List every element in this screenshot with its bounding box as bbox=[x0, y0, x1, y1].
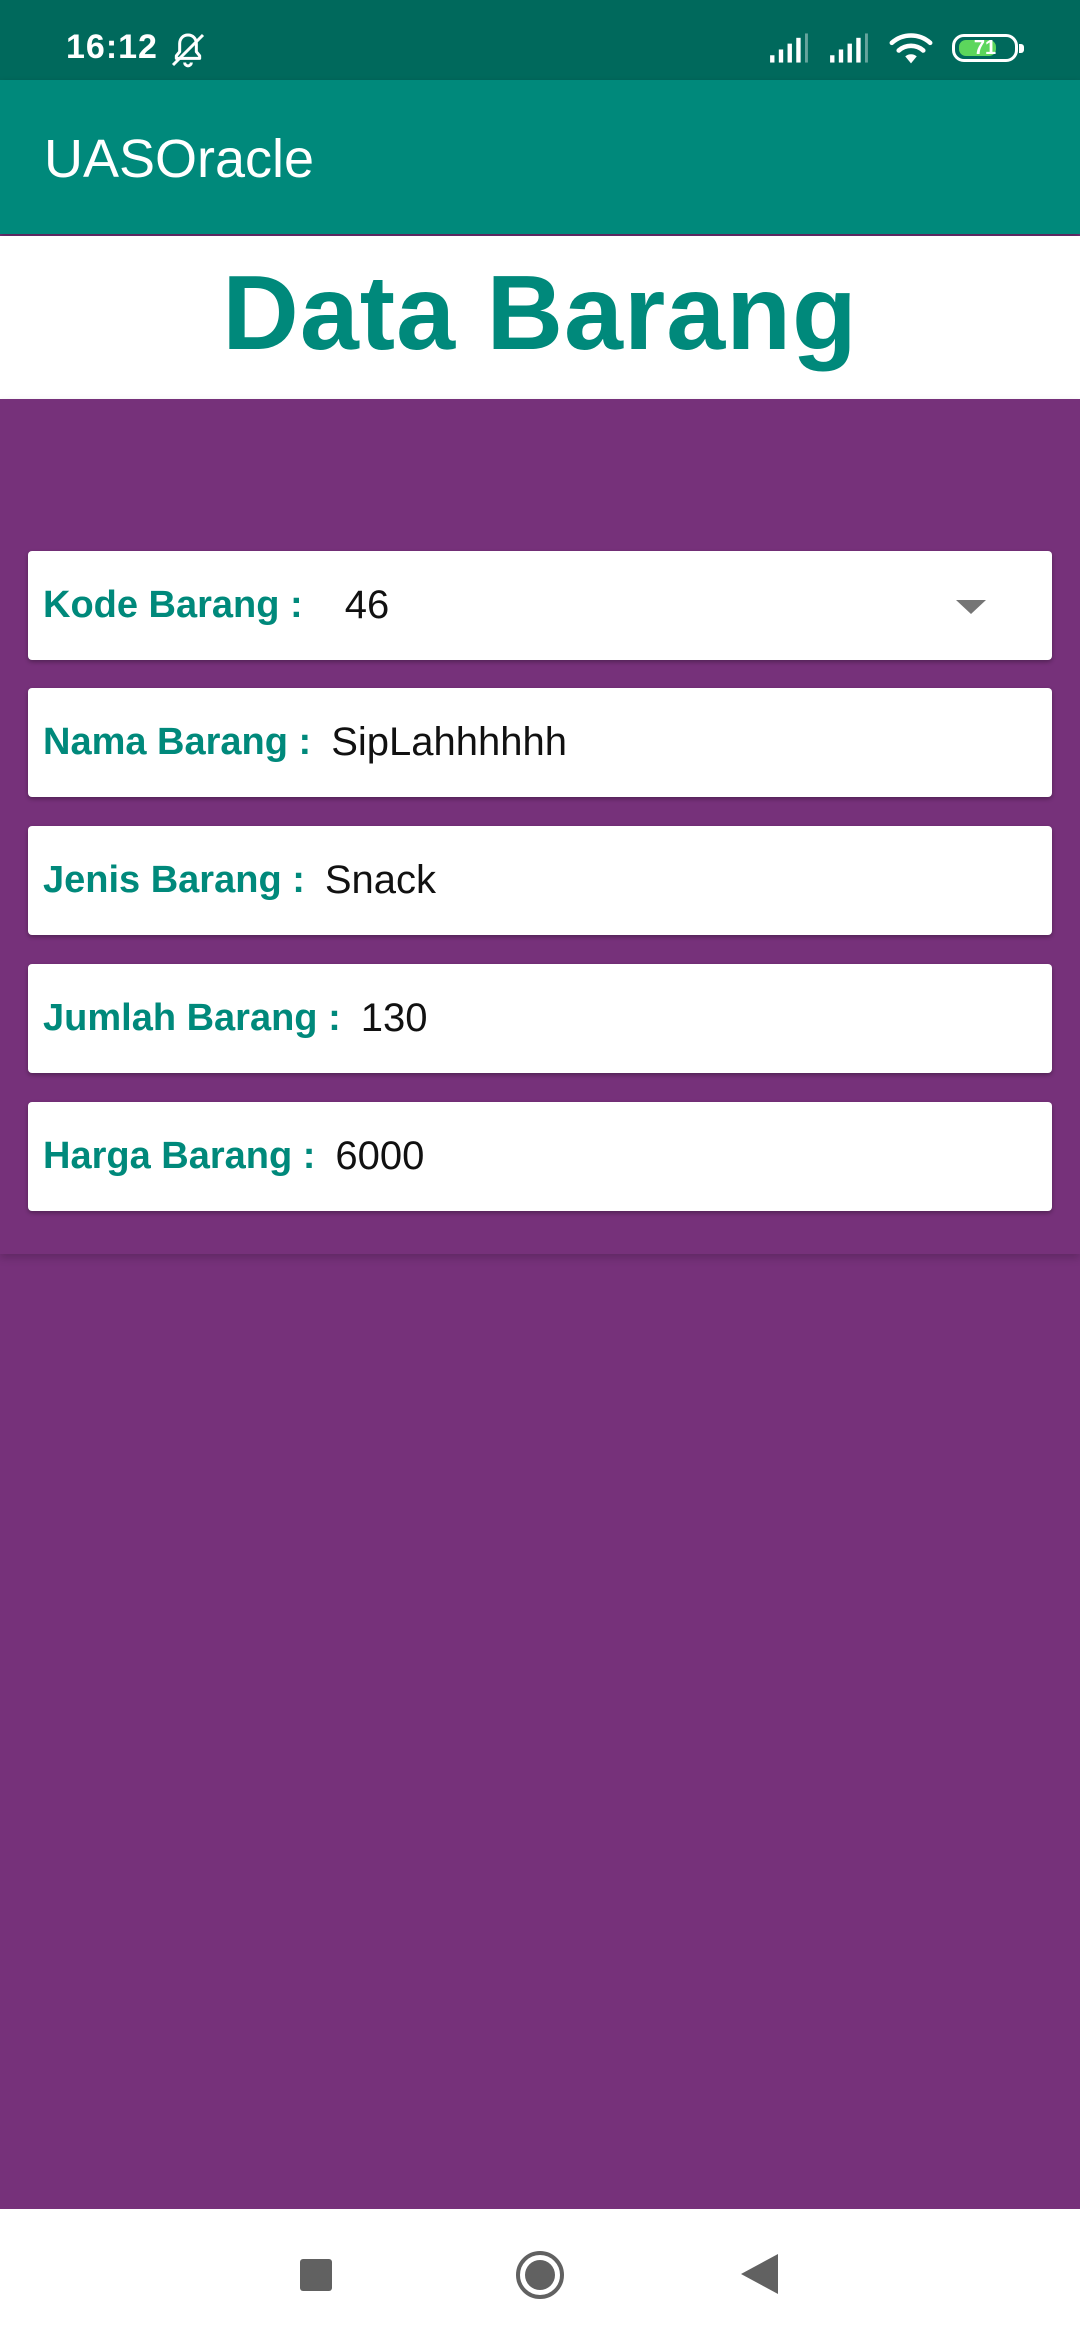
jenis-barang-label: Jenis Barang : bbox=[43, 859, 305, 901]
jumlah-barang-field[interactable]: Jumlah Barang : 130 bbox=[28, 964, 1052, 1073]
signal-icon bbox=[770, 33, 808, 63]
nama-barang-label: Nama Barang : bbox=[43, 721, 312, 763]
harga-barang-label: Harga Barang : bbox=[43, 1135, 316, 1177]
kode-barang-spinner[interactable]: Kode Barang : 46 bbox=[28, 551, 1052, 660]
jenis-barang-value: Snack bbox=[324, 858, 437, 902]
navigation-bar bbox=[0, 2209, 1080, 2340]
nama-barang-value: SipLahhhhhh bbox=[331, 720, 567, 764]
wifi-icon bbox=[889, 33, 933, 64]
app-title: UASOracle bbox=[44, 129, 315, 189]
dropdown-arrow-icon[interactable] bbox=[956, 600, 986, 614]
page-title: Data Barang bbox=[222, 254, 858, 372]
kode-barang-label: Kode Barang : bbox=[43, 584, 303, 626]
signal-icon bbox=[830, 33, 868, 63]
recents-icon[interactable] bbox=[300, 2259, 332, 2291]
jenis-barang-field[interactable]: Jenis Barang : Snack bbox=[28, 826, 1052, 935]
status-bar: 16:12 71 bbox=[0, 0, 1080, 80]
back-icon[interactable] bbox=[741, 2254, 778, 2294]
harga-barang-value: 6000 bbox=[335, 1134, 425, 1178]
nama-barang-field[interactable]: Nama Barang : SipLahhhhhh bbox=[28, 688, 1052, 797]
header-band: Data Barang bbox=[0, 236, 1080, 399]
battery-level: 71 bbox=[973, 36, 997, 59]
harga-barang-field[interactable]: Harga Barang : 6000 bbox=[28, 1102, 1052, 1211]
bell-off-icon bbox=[171, 33, 205, 68]
battery-tip bbox=[1019, 44, 1024, 53]
jumlah-barang-value: 130 bbox=[360, 996, 428, 1040]
status-time: 16:12 bbox=[66, 28, 158, 66]
battery-icon: 71 bbox=[952, 34, 1024, 62]
kode-barang-value: 46 bbox=[344, 583, 390, 627]
form-area: Kode Barang : 46 Nama Barang : SipLahhhh… bbox=[0, 399, 1080, 1254]
home-icon[interactable] bbox=[514, 2249, 566, 2301]
jumlah-barang-label: Jumlah Barang : bbox=[43, 997, 341, 1039]
app-bar: UASOracle bbox=[0, 80, 1080, 234]
status-icons: 71 bbox=[768, 28, 1024, 68]
